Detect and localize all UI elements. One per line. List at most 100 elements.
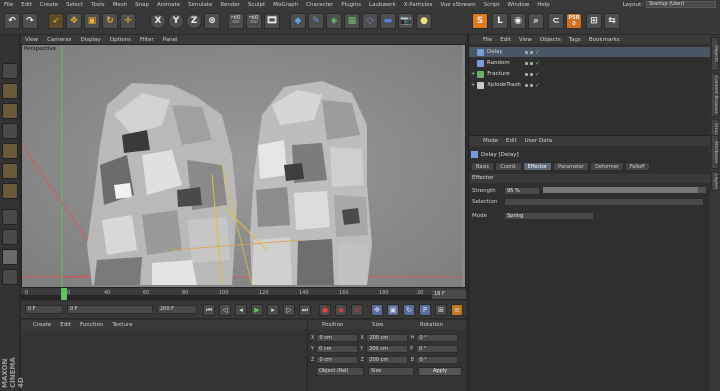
timeline-ruler[interactable]: 0 20 40 60 80 100 120 140 160 180 20 xyxy=(21,288,466,300)
expand-icon[interactable]: + xyxy=(471,82,475,88)
menu-mograph[interactable]: MoGraph xyxy=(273,2,298,8)
om-menu-tags[interactable]: Tags xyxy=(569,37,581,43)
points-mode-icon[interactable] xyxy=(2,143,18,159)
menu-window[interactable]: Window xyxy=(508,2,530,8)
size-y-field[interactable]: 200 cm xyxy=(366,344,409,353)
tab-deformer[interactable]: Deformer xyxy=(590,162,624,171)
tweak-icon[interactable]: ⇆ xyxy=(604,13,620,29)
rotation-b-field[interactable]: 0 ° xyxy=(416,355,459,364)
x-axis-lock-button[interactable]: X xyxy=(150,13,166,29)
tab-objects[interactable]: Objects xyxy=(711,37,719,71)
light-icon[interactable]: ● xyxy=(416,13,432,29)
coordinate-mode-dropdown[interactable]: Object (Rel) xyxy=(316,367,364,376)
render-settings-icon[interactable]: 🎞 xyxy=(264,13,280,29)
workplane-icon[interactable]: ◉ xyxy=(510,13,526,29)
render-picture-viewer-icon[interactable]: 🎬 xyxy=(246,13,262,29)
viewport-menu-view[interactable]: View xyxy=(25,37,38,43)
strength-slider[interactable] xyxy=(543,187,706,193)
start-frame-field[interactable]: 0 F xyxy=(25,305,63,314)
position-y-field[interactable]: 0 cm xyxy=(316,344,359,353)
render-view-icon[interactable]: 🎬 xyxy=(228,13,244,29)
menu-sculpt[interactable]: Sculpt xyxy=(248,2,265,8)
timeline-playhead[interactable] xyxy=(61,288,67,300)
menu-create[interactable]: Create xyxy=(40,2,58,8)
om-menu-bookmarks[interactable]: Bookmarks xyxy=(589,37,620,43)
y-axis-lock-button[interactable]: Y xyxy=(168,13,184,29)
visibility-dots[interactable] xyxy=(525,72,533,76)
recent-tools-icon[interactable]: ✛ xyxy=(120,13,136,29)
viewport-menu-options[interactable]: Options xyxy=(110,37,131,43)
layout-dropdown[interactable]: Startup (User) xyxy=(646,1,716,8)
floor-icon[interactable]: ▬ xyxy=(380,13,396,29)
tab-content-browser[interactable]: Content Browser xyxy=(711,73,719,117)
viewport-menu-display[interactable]: Display xyxy=(81,37,101,43)
keyframe-selection-icon[interactable]: ⊙ xyxy=(351,304,363,316)
grid-icon[interactable]: ⊞ xyxy=(586,13,602,29)
om-menu-file[interactable]: File xyxy=(483,37,492,43)
tab-parameter[interactable]: Parameter xyxy=(553,162,590,171)
size-mode-dropdown[interactable]: Size xyxy=(368,367,414,376)
enabled-check-icon[interactable]: ✓ xyxy=(535,60,540,67)
menu-snap[interactable]: Snap xyxy=(135,2,149,8)
workplane-mode-icon[interactable] xyxy=(2,123,18,139)
menu-help[interactable]: Help xyxy=(537,2,550,8)
mode-dropdown[interactable]: Spring xyxy=(504,211,594,220)
search-icon[interactable]: ⌕ xyxy=(528,13,544,29)
tab-falloff[interactable]: Falloff xyxy=(624,162,650,171)
object-row-fracture[interactable]: + Fracture ✓ xyxy=(469,69,711,79)
menu-script[interactable]: Script xyxy=(484,2,500,8)
snapping-icon[interactable] xyxy=(2,249,18,265)
tab-basic[interactable]: Basic xyxy=(471,162,495,171)
menu-tools[interactable]: Tools xyxy=(91,2,105,8)
viewport-menu-filter[interactable]: Filter xyxy=(140,37,154,43)
menu-render[interactable]: Render xyxy=(220,2,240,8)
selection-field[interactable] xyxy=(504,197,704,206)
om-menu-objects[interactable]: Objects xyxy=(540,37,561,43)
polygons-mode-icon[interactable] xyxy=(2,183,18,199)
menu-file[interactable]: File xyxy=(4,2,13,8)
next-frame-icon[interactable]: ▸ xyxy=(267,304,279,316)
end-frame-field[interactable]: 200 F xyxy=(157,305,197,314)
camera-icon[interactable]: 📷 xyxy=(398,13,414,29)
perspective-viewport[interactable]: Perspective xyxy=(21,44,466,288)
visibility-dots[interactable] xyxy=(525,50,533,54)
live-selection-icon[interactable]: ➶ xyxy=(48,13,64,29)
make-editable-icon[interactable] xyxy=(2,63,18,79)
am-menu-edit[interactable]: Edit xyxy=(506,138,517,144)
point-level-icon[interactable]: ⊞ xyxy=(435,304,447,316)
object-row-random[interactable]: Random ✓ xyxy=(469,58,711,68)
tab-effector[interactable]: Effector xyxy=(522,162,553,171)
material-menu-edit[interactable]: Edit xyxy=(60,322,71,328)
psr-lock-button[interactable]: PSR 0 xyxy=(566,13,582,29)
object-row-xplodetrash[interactable]: + XplodeTrash ✓ xyxy=(469,80,711,90)
om-menu-view[interactable]: View xyxy=(519,37,532,43)
redo-icon[interactable]: ↷ xyxy=(22,13,38,29)
object-row-delay[interactable]: Delay ✓ xyxy=(469,47,711,57)
rotation-p-field[interactable]: 0 ° xyxy=(416,344,459,353)
menu-edit[interactable]: Edit xyxy=(21,2,32,8)
model-mode-icon[interactable] xyxy=(2,83,18,99)
menu-laubwerk[interactable]: Laubwerk xyxy=(369,2,396,8)
timeline-icon[interactable]: ≡ xyxy=(451,304,463,316)
play-icon[interactable]: ▶ xyxy=(251,304,263,316)
undo-icon[interactable]: ↶ xyxy=(4,13,20,29)
scale-key-icon[interactable]: ▣ xyxy=(387,304,399,316)
snap-icon[interactable]: L xyxy=(492,13,508,29)
scale-icon[interactable]: ▣ xyxy=(84,13,100,29)
material-menu-create[interactable]: Create xyxy=(33,322,51,328)
timeline-track[interactable] xyxy=(21,295,466,300)
next-key-icon[interactable]: ▷ xyxy=(283,304,295,316)
om-menu-edit[interactable]: Edit xyxy=(500,37,511,43)
texture-mode-icon[interactable] xyxy=(2,103,18,119)
position-key-icon[interactable]: ✥ xyxy=(371,304,383,316)
enabled-check-icon[interactable]: ✓ xyxy=(535,71,540,78)
position-x-field[interactable]: 0 cm xyxy=(316,333,359,342)
menu-plugins[interactable]: Plugins xyxy=(341,2,361,8)
go-to-start-icon[interactable]: ⏮ xyxy=(203,304,215,316)
strength-field[interactable]: 95 % xyxy=(504,186,540,195)
enabled-check-icon[interactable]: ✓ xyxy=(535,82,540,89)
tab-coord[interactable]: Coord. xyxy=(495,162,522,171)
viewport-menu-panel[interactable]: Panel xyxy=(163,37,178,43)
enabled-check-icon[interactable]: ✓ xyxy=(535,49,540,56)
material-menu-texture[interactable]: Texture xyxy=(112,322,132,328)
